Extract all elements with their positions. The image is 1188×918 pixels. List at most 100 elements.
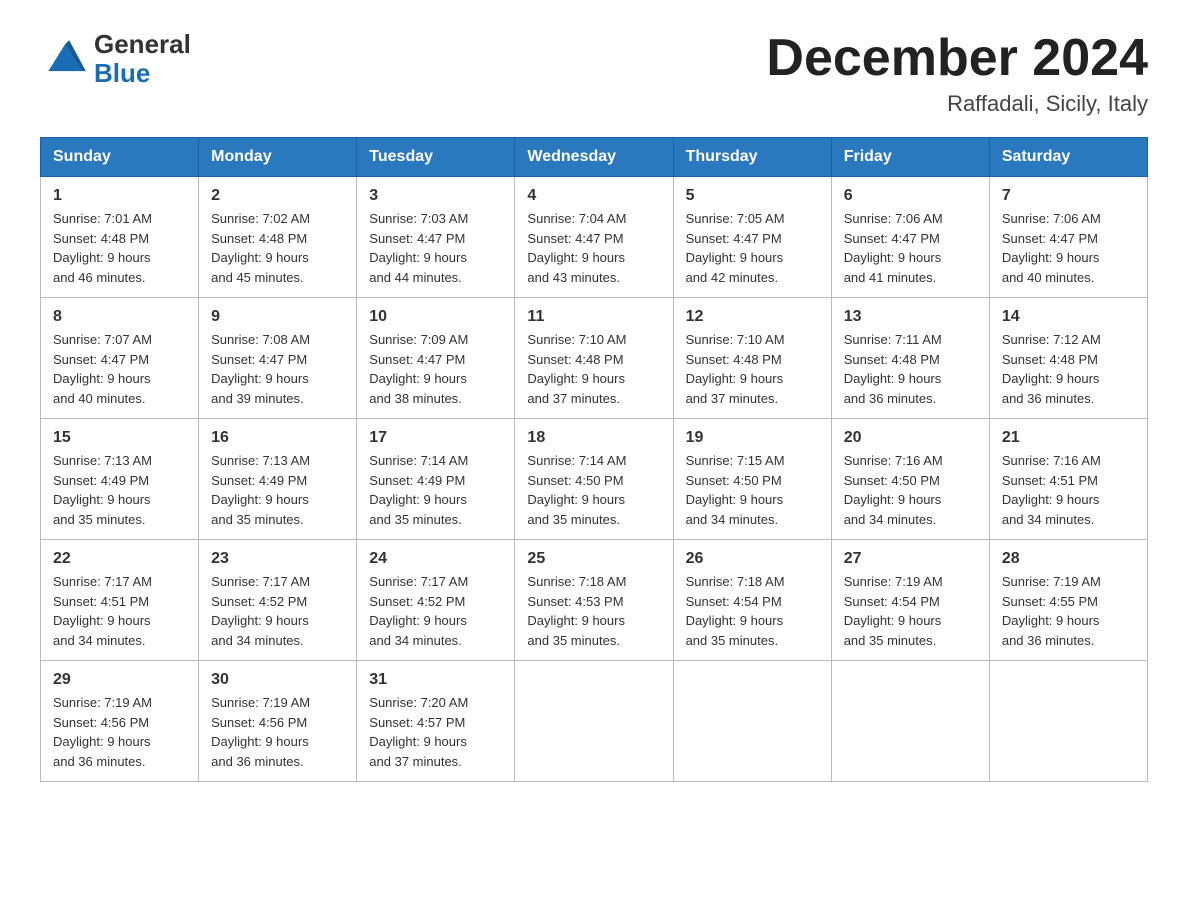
logo-blue-text: Blue bbox=[94, 59, 191, 88]
calendar-cell bbox=[989, 661, 1147, 782]
calendar-week-row: 8 Sunrise: 7:07 AM Sunset: 4:47 PM Dayli… bbox=[41, 298, 1148, 419]
day-info: Sunrise: 7:10 AM Sunset: 4:48 PM Dayligh… bbox=[527, 330, 660, 408]
calendar-cell: 22 Sunrise: 7:17 AM Sunset: 4:51 PM Dayl… bbox=[41, 540, 199, 661]
day-info: Sunrise: 7:07 AM Sunset: 4:47 PM Dayligh… bbox=[53, 330, 186, 408]
day-info: Sunrise: 7:19 AM Sunset: 4:54 PM Dayligh… bbox=[844, 572, 977, 650]
location-title: Raffadali, Sicily, Italy bbox=[766, 91, 1148, 117]
month-title: December 2024 bbox=[766, 30, 1148, 87]
day-info: Sunrise: 7:01 AM Sunset: 4:48 PM Dayligh… bbox=[53, 209, 186, 287]
day-number: 6 bbox=[844, 187, 977, 205]
day-info: Sunrise: 7:14 AM Sunset: 4:49 PM Dayligh… bbox=[369, 451, 502, 529]
calendar-cell: 30 Sunrise: 7:19 AM Sunset: 4:56 PM Dayl… bbox=[199, 661, 357, 782]
calendar-cell: 8 Sunrise: 7:07 AM Sunset: 4:47 PM Dayli… bbox=[41, 298, 199, 419]
calendar-cell: 7 Sunrise: 7:06 AM Sunset: 4:47 PM Dayli… bbox=[989, 177, 1147, 298]
day-info: Sunrise: 7:18 AM Sunset: 4:54 PM Dayligh… bbox=[686, 572, 819, 650]
day-info: Sunrise: 7:14 AM Sunset: 4:50 PM Dayligh… bbox=[527, 451, 660, 529]
day-info: Sunrise: 7:19 AM Sunset: 4:56 PM Dayligh… bbox=[211, 693, 344, 771]
day-info: Sunrise: 7:05 AM Sunset: 4:47 PM Dayligh… bbox=[686, 209, 819, 287]
title-area: December 2024 Raffadali, Sicily, Italy bbox=[766, 30, 1148, 117]
day-info: Sunrise: 7:20 AM Sunset: 4:57 PM Dayligh… bbox=[369, 693, 502, 771]
day-number: 25 bbox=[527, 550, 660, 568]
day-number: 21 bbox=[1002, 429, 1135, 447]
calendar-cell: 23 Sunrise: 7:17 AM Sunset: 4:52 PM Dayl… bbox=[199, 540, 357, 661]
day-info: Sunrise: 7:16 AM Sunset: 4:51 PM Dayligh… bbox=[1002, 451, 1135, 529]
day-header-friday: Friday bbox=[831, 138, 989, 177]
day-info: Sunrise: 7:19 AM Sunset: 4:55 PM Dayligh… bbox=[1002, 572, 1135, 650]
day-number: 15 bbox=[53, 429, 186, 447]
day-number: 7 bbox=[1002, 187, 1135, 205]
day-header-sunday: Sunday bbox=[41, 138, 199, 177]
calendar-cell: 28 Sunrise: 7:19 AM Sunset: 4:55 PM Dayl… bbox=[989, 540, 1147, 661]
calendar-table: SundayMondayTuesdayWednesdayThursdayFrid… bbox=[40, 137, 1148, 782]
day-info: Sunrise: 7:16 AM Sunset: 4:50 PM Dayligh… bbox=[844, 451, 977, 529]
day-info: Sunrise: 7:06 AM Sunset: 4:47 PM Dayligh… bbox=[1002, 209, 1135, 287]
day-number: 17 bbox=[369, 429, 502, 447]
day-header-thursday: Thursday bbox=[673, 138, 831, 177]
day-number: 2 bbox=[211, 187, 344, 205]
calendar-cell: 19 Sunrise: 7:15 AM Sunset: 4:50 PM Dayl… bbox=[673, 419, 831, 540]
day-info: Sunrise: 7:17 AM Sunset: 4:52 PM Dayligh… bbox=[211, 572, 344, 650]
day-info: Sunrise: 7:04 AM Sunset: 4:47 PM Dayligh… bbox=[527, 209, 660, 287]
calendar-cell: 21 Sunrise: 7:16 AM Sunset: 4:51 PM Dayl… bbox=[989, 419, 1147, 540]
day-number: 1 bbox=[53, 187, 186, 205]
logo-icon bbox=[40, 34, 90, 84]
calendar-cell: 29 Sunrise: 7:19 AM Sunset: 4:56 PM Dayl… bbox=[41, 661, 199, 782]
day-info: Sunrise: 7:19 AM Sunset: 4:56 PM Dayligh… bbox=[53, 693, 186, 771]
day-info: Sunrise: 7:10 AM Sunset: 4:48 PM Dayligh… bbox=[686, 330, 819, 408]
day-number: 12 bbox=[686, 308, 819, 326]
calendar-cell: 17 Sunrise: 7:14 AM Sunset: 4:49 PM Dayl… bbox=[357, 419, 515, 540]
calendar-cell: 15 Sunrise: 7:13 AM Sunset: 4:49 PM Dayl… bbox=[41, 419, 199, 540]
calendar-cell: 24 Sunrise: 7:17 AM Sunset: 4:52 PM Dayl… bbox=[357, 540, 515, 661]
day-number: 20 bbox=[844, 429, 977, 447]
calendar-cell: 2 Sunrise: 7:02 AM Sunset: 4:48 PM Dayli… bbox=[199, 177, 357, 298]
day-number: 4 bbox=[527, 187, 660, 205]
day-info: Sunrise: 7:12 AM Sunset: 4:48 PM Dayligh… bbox=[1002, 330, 1135, 408]
day-number: 5 bbox=[686, 187, 819, 205]
calendar-cell: 10 Sunrise: 7:09 AM Sunset: 4:47 PM Dayl… bbox=[357, 298, 515, 419]
day-number: 10 bbox=[369, 308, 502, 326]
day-info: Sunrise: 7:18 AM Sunset: 4:53 PM Dayligh… bbox=[527, 572, 660, 650]
day-number: 18 bbox=[527, 429, 660, 447]
calendar-week-row: 15 Sunrise: 7:13 AM Sunset: 4:49 PM Dayl… bbox=[41, 419, 1148, 540]
day-number: 14 bbox=[1002, 308, 1135, 326]
day-number: 13 bbox=[844, 308, 977, 326]
day-number: 23 bbox=[211, 550, 344, 568]
day-info: Sunrise: 7:06 AM Sunset: 4:47 PM Dayligh… bbox=[844, 209, 977, 287]
calendar-cell: 5 Sunrise: 7:05 AM Sunset: 4:47 PM Dayli… bbox=[673, 177, 831, 298]
day-number: 27 bbox=[844, 550, 977, 568]
day-number: 3 bbox=[369, 187, 502, 205]
day-info: Sunrise: 7:09 AM Sunset: 4:47 PM Dayligh… bbox=[369, 330, 502, 408]
calendar-cell: 14 Sunrise: 7:12 AM Sunset: 4:48 PM Dayl… bbox=[989, 298, 1147, 419]
day-info: Sunrise: 7:13 AM Sunset: 4:49 PM Dayligh… bbox=[53, 451, 186, 529]
day-info: Sunrise: 7:17 AM Sunset: 4:52 PM Dayligh… bbox=[369, 572, 502, 650]
calendar-cell: 6 Sunrise: 7:06 AM Sunset: 4:47 PM Dayli… bbox=[831, 177, 989, 298]
day-info: Sunrise: 7:03 AM Sunset: 4:47 PM Dayligh… bbox=[369, 209, 502, 287]
day-info: Sunrise: 7:15 AM Sunset: 4:50 PM Dayligh… bbox=[686, 451, 819, 529]
calendar-cell bbox=[831, 661, 989, 782]
calendar-cell: 26 Sunrise: 7:18 AM Sunset: 4:54 PM Dayl… bbox=[673, 540, 831, 661]
day-number: 11 bbox=[527, 308, 660, 326]
calendar-cell: 9 Sunrise: 7:08 AM Sunset: 4:47 PM Dayli… bbox=[199, 298, 357, 419]
day-number: 30 bbox=[211, 671, 344, 689]
calendar-cell: 20 Sunrise: 7:16 AM Sunset: 4:50 PM Dayl… bbox=[831, 419, 989, 540]
day-number: 19 bbox=[686, 429, 819, 447]
day-number: 28 bbox=[1002, 550, 1135, 568]
day-info: Sunrise: 7:13 AM Sunset: 4:49 PM Dayligh… bbox=[211, 451, 344, 529]
day-info: Sunrise: 7:08 AM Sunset: 4:47 PM Dayligh… bbox=[211, 330, 344, 408]
logo-words: General Blue bbox=[94, 30, 191, 87]
day-number: 29 bbox=[53, 671, 186, 689]
logo: General Blue bbox=[40, 30, 191, 87]
day-number: 24 bbox=[369, 550, 502, 568]
calendar-header-row: SundayMondayTuesdayWednesdayThursdayFrid… bbox=[41, 138, 1148, 177]
day-header-monday: Monday bbox=[199, 138, 357, 177]
calendar-cell: 25 Sunrise: 7:18 AM Sunset: 4:53 PM Dayl… bbox=[515, 540, 673, 661]
calendar-cell: 3 Sunrise: 7:03 AM Sunset: 4:47 PM Dayli… bbox=[357, 177, 515, 298]
day-header-wednesday: Wednesday bbox=[515, 138, 673, 177]
calendar-week-row: 22 Sunrise: 7:17 AM Sunset: 4:51 PM Dayl… bbox=[41, 540, 1148, 661]
page-header: General Blue December 2024 Raffadali, Si… bbox=[40, 30, 1148, 117]
calendar-week-row: 1 Sunrise: 7:01 AM Sunset: 4:48 PM Dayli… bbox=[41, 177, 1148, 298]
day-info: Sunrise: 7:02 AM Sunset: 4:48 PM Dayligh… bbox=[211, 209, 344, 287]
day-number: 26 bbox=[686, 550, 819, 568]
day-header-tuesday: Tuesday bbox=[357, 138, 515, 177]
calendar-cell: 1 Sunrise: 7:01 AM Sunset: 4:48 PM Dayli… bbox=[41, 177, 199, 298]
